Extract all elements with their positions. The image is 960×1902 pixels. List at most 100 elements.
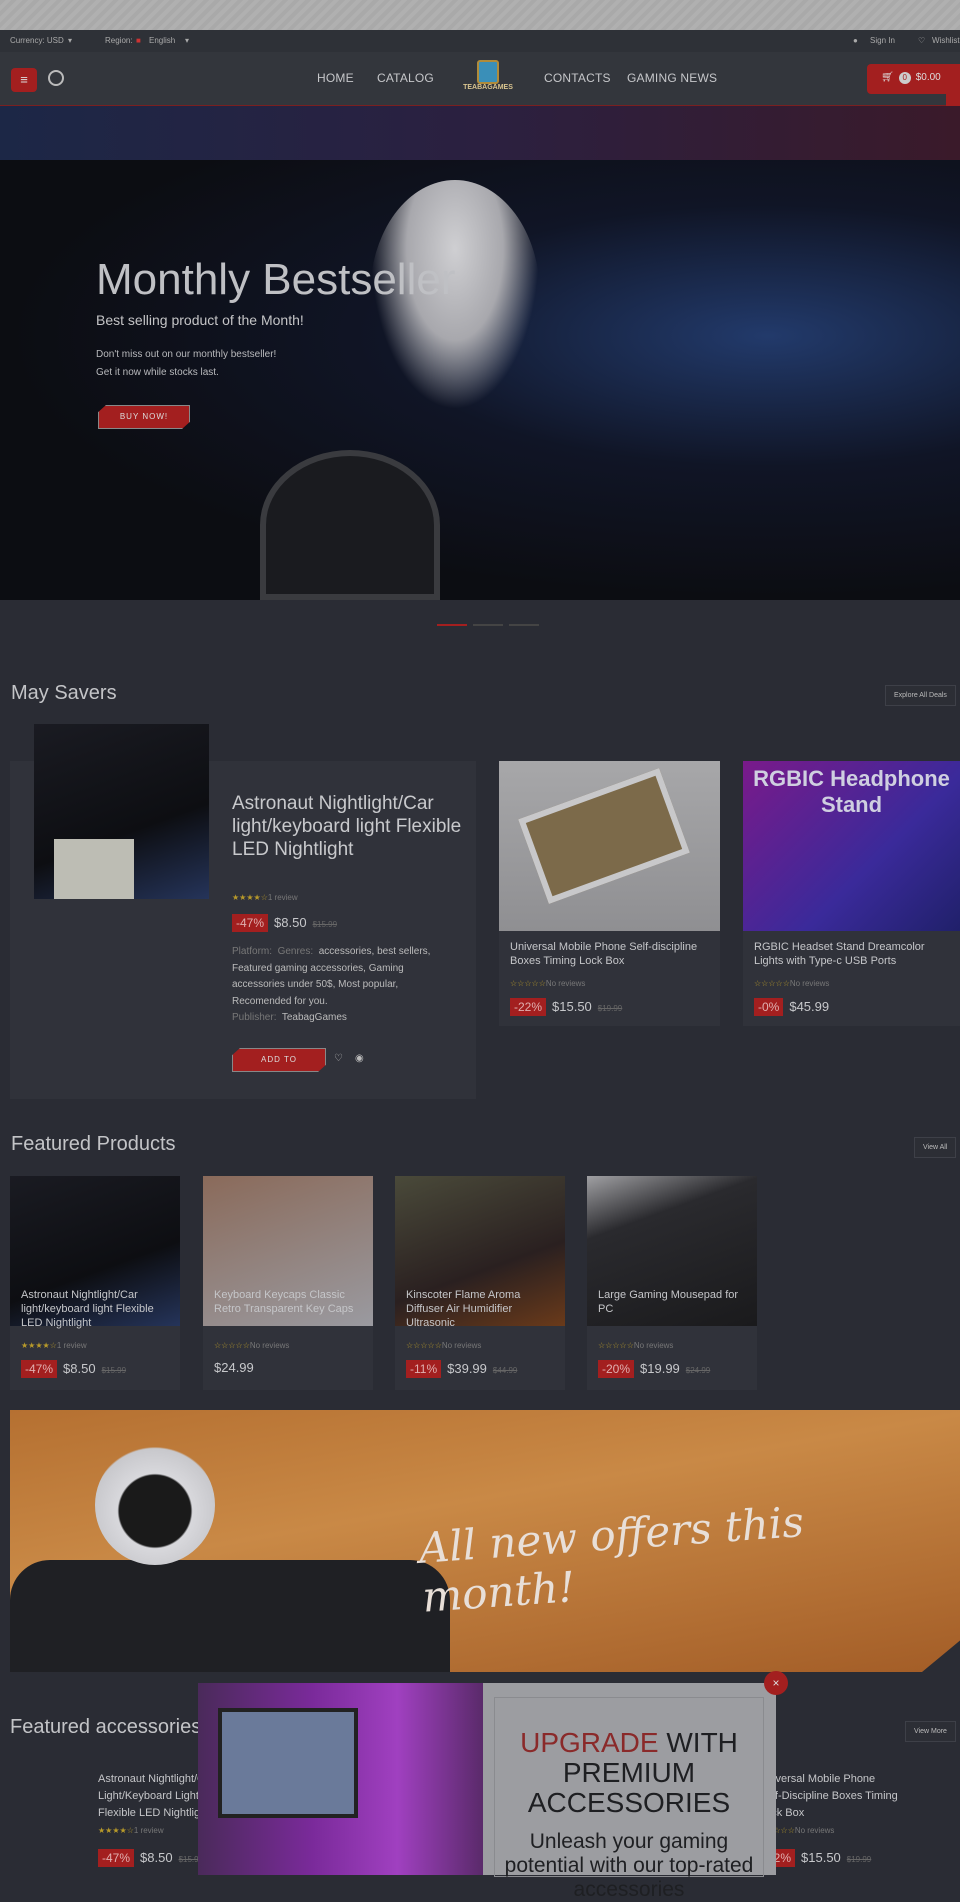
hero-subtitle: Best selling product of the Month! <box>96 312 304 328</box>
discount-badge: -22% <box>510 998 547 1016</box>
nav-home[interactable]: HOME <box>317 71 354 85</box>
slider-dot[interactable] <box>509 624 539 626</box>
price: $39.99 <box>447 1361 487 1376</box>
price: $45.99 <box>789 999 830 1014</box>
nav-gaming-news[interactable]: GAMING NEWS <box>627 71 717 85</box>
rating: ★★★★☆1 review <box>232 893 298 902</box>
product-card[interactable]: Kinscoter Flame Aroma Diffuser Air Humid… <box>395 1176 565 1390</box>
product-title[interactable]: RGBIC Headset Stand Dreamcolor Lights wi… <box>754 940 954 968</box>
banner-astronaut-image <box>95 1445 215 1565</box>
price: $15.50 <box>552 999 592 1014</box>
logo-text: TEABAGAMES <box>463 84 513 91</box>
publisher-value[interactable]: TeabagGames <box>282 1012 347 1023</box>
close-icon: × <box>772 1676 780 1690</box>
review-count: 1 review <box>56 1341 87 1350</box>
close-popup-button[interactable]: × <box>764 1671 788 1695</box>
product-title[interactable]: Keyboard Keycaps Classic Retro Transpare… <box>214 1288 366 1316</box>
promo-popup: UPGRADE WITH PREMIUM ACCESSORIES Unleash… <box>198 1683 776 1901</box>
view-more-button[interactable]: View More <box>905 1721 956 1742</box>
nav-catalog[interactable]: CATALOG <box>377 71 434 85</box>
user-icon: ● <box>853 36 858 45</box>
review-count: 1 review <box>267 893 298 902</box>
add-to-cart-button[interactable]: ADD TO <box>232 1048 326 1072</box>
rating: ☆☆☆☆☆No reviews <box>406 1341 481 1350</box>
cart-total: $0.00 <box>915 72 941 83</box>
product-card[interactable]: Astronaut Nightlight/Car light/keyboard … <box>10 1176 180 1390</box>
rating: ☆☆☆☆☆No reviews <box>754 979 829 988</box>
popup-content: UPGRADE WITH PREMIUM ACCESSORIES Unleash… <box>494 1697 764 1901</box>
sign-in-link[interactable]: Sign In <box>870 36 895 45</box>
heart-icon: ♡ <box>918 36 926 45</box>
old-price: $15.99 <box>101 1366 127 1375</box>
review-count: No reviews <box>545 979 586 988</box>
slider-dot-active[interactable] <box>437 624 467 626</box>
review-count: No reviews <box>794 1826 835 1835</box>
rating: ☆☆☆☆☆No reviews <box>598 1341 673 1350</box>
wishlist-heart-icon[interactable]: ♡ <box>334 1053 343 1064</box>
region-label: Region: <box>105 36 133 45</box>
menu-button[interactable]: ≡ <box>11 68 37 92</box>
wishlist-link[interactable]: Wishlist <box>932 36 960 45</box>
nav-contacts[interactable]: CONTACTS <box>544 71 611 85</box>
review-count: No reviews <box>441 1341 482 1350</box>
hero-line: Don't miss out on our monthly bestseller… <box>96 349 277 360</box>
rating: ★★★★☆1 review <box>21 1341 87 1350</box>
product-card[interactable]: Large Gaming Mousepad for PC ☆☆☆☆☆No rev… <box>587 1176 757 1390</box>
product-title[interactable]: Large Gaming Mousepad for PC <box>598 1288 750 1316</box>
product-title[interactable]: Universal Mobile Phone Self-discipline B… <box>510 940 710 968</box>
monitor-shape <box>218 1708 358 1818</box>
old-price: $19.99 <box>597 1004 623 1013</box>
review-count: No reviews <box>789 979 830 988</box>
discount-badge: -11% <box>406 1360 442 1378</box>
product-meta: Platform: Genres: accessories, best sell… <box>232 944 457 1027</box>
review-count: 1 review <box>133 1826 164 1835</box>
product-title[interactable]: Astronaut Nightlight/Car light/keyboard … <box>21 1288 173 1330</box>
price-row: -47% $8.50 $15.99 <box>232 914 337 932</box>
review-count: No reviews <box>249 1341 290 1350</box>
buy-now-button[interactable]: BUY NOW! <box>98 405 190 429</box>
section-title: May Savers <box>11 682 117 704</box>
product-image: RGBIC Headphone Stand <box>743 761 960 931</box>
section-title: Featured Products <box>11 1133 176 1155</box>
logo-mascot-icon <box>477 60 499 84</box>
view-all-button[interactable]: View All <box>914 1137 957 1158</box>
search-icon[interactable] <box>48 70 64 86</box>
product-image <box>499 761 720 931</box>
phone-box-shape <box>518 768 690 904</box>
currency-select[interactable]: Currency: USD <box>10 36 64 45</box>
publisher-label: Publisher: <box>232 1012 277 1023</box>
stars-icon: ★★★★☆ <box>232 893 268 902</box>
chevron-down-icon: ▾ <box>185 36 190 45</box>
price: $8.50 <box>63 1361 96 1376</box>
discount-badge: -47% <box>232 914 269 932</box>
banner-gamepad-image <box>10 1560 450 1672</box>
logo[interactable]: TEABAGAMES <box>462 60 514 106</box>
product-card[interactable]: Keyboard Keycaps Classic Retro Transpare… <box>203 1176 373 1390</box>
slider-dot[interactable] <box>473 624 503 626</box>
explore-all-deals-button[interactable]: Explore All Deals <box>885 685 956 706</box>
stars-icon: ☆☆☆☆☆ <box>406 1341 442 1350</box>
hero-title: Monthly Bestseller <box>96 255 456 304</box>
top-bar: Currency: USD ▾ Region: ■ English ▾ ● Si… <box>0 30 960 52</box>
hamburger-icon: ≡ <box>20 72 28 87</box>
hero-text: Don't miss out on our monthly bestseller… <box>96 346 276 382</box>
region-select[interactable]: English <box>149 36 175 45</box>
old-price: $15.99 <box>312 920 338 929</box>
genres-label: Genres: <box>277 946 314 957</box>
flag-icon: ■ <box>136 36 141 45</box>
popup-title: UPGRADE WITH PREMIUM ACCESSORIES <box>495 1728 763 1818</box>
popup-image <box>198 1683 483 1875</box>
product-title[interactable]: Astronaut Nightlight/Car light/keyboard … <box>232 792 462 861</box>
price: $8.50 <box>274 915 307 930</box>
cart-count: 0 <box>898 72 911 84</box>
platform-label: Platform: <box>232 946 273 957</box>
product-card[interactable]: Universal Mobile Phone Self-discipline B… <box>499 761 720 1026</box>
product-title[interactable]: Kinscoter Flame Aroma Diffuser Air Humid… <box>406 1288 558 1330</box>
stars-icon: ☆☆☆☆☆ <box>510 979 546 988</box>
discount-badge: -0% <box>754 998 784 1016</box>
product-image[interactable] <box>34 724 209 899</box>
hero-clock-image <box>260 450 440 600</box>
product-title[interactable]: Universal Mobile Phone Self-Discipline B… <box>759 1771 899 1822</box>
product-card[interactable]: RGBIC Headphone Stand RGBIC Headset Stan… <box>743 761 960 1026</box>
quick-view-eye-icon[interactable]: ◉ <box>355 1053 364 1064</box>
